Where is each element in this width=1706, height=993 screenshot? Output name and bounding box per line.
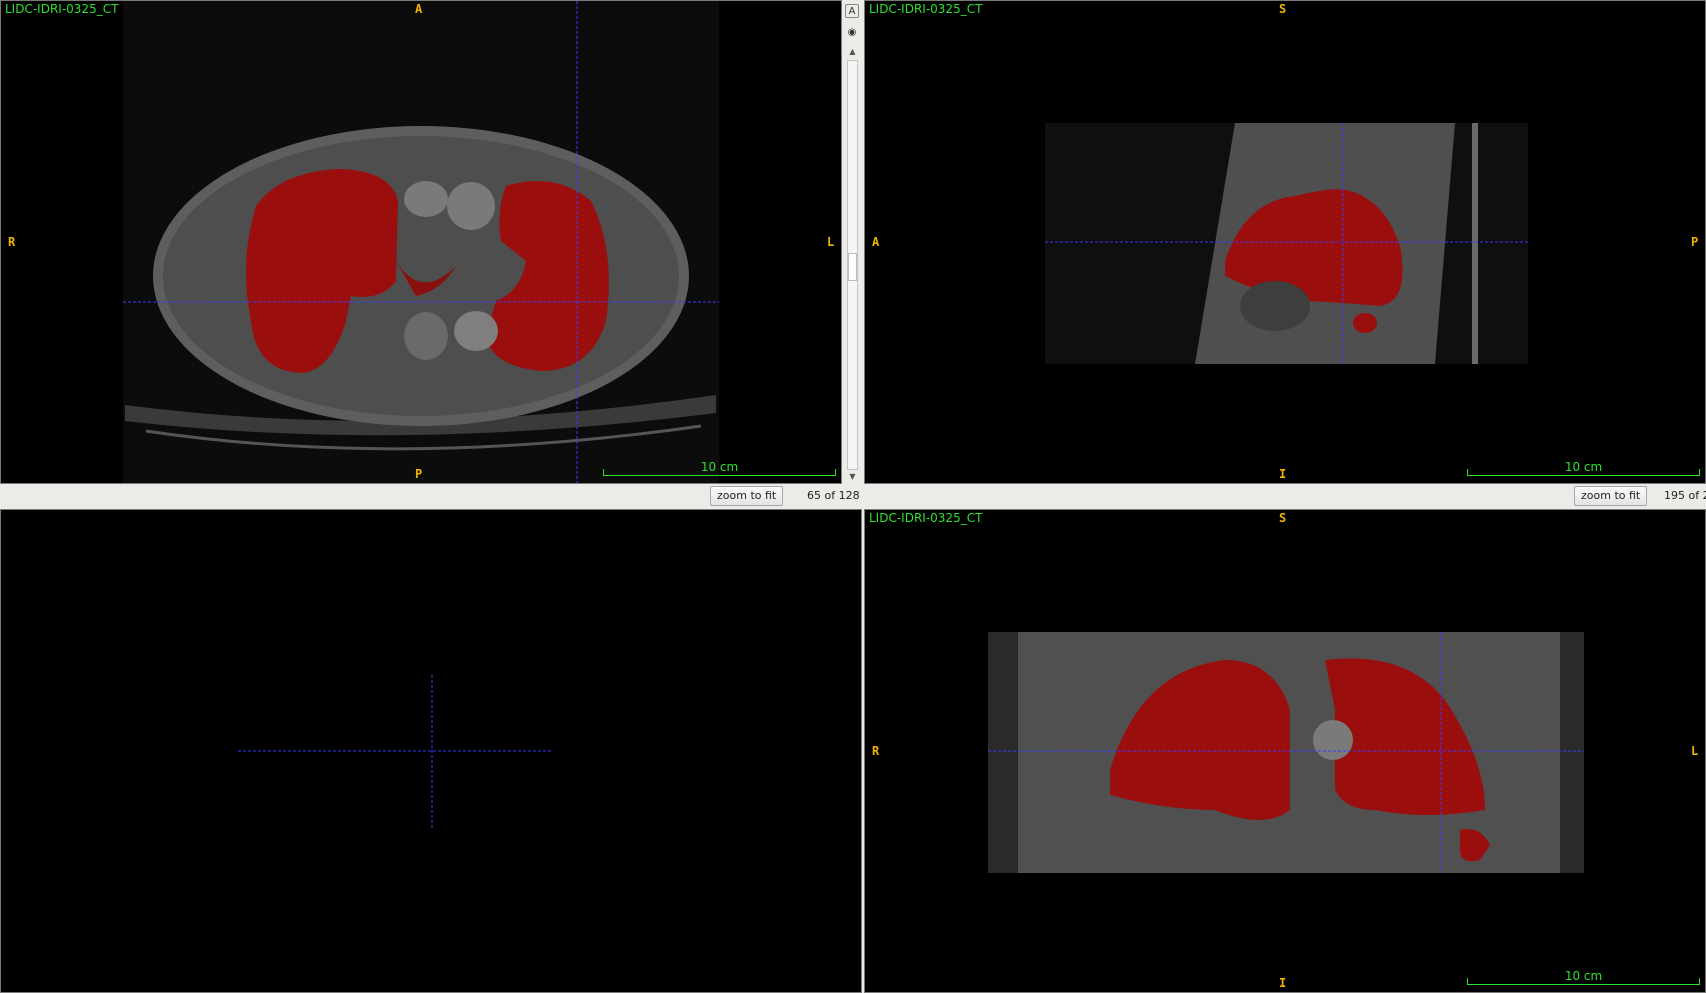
coronal-orient-right: L: [1691, 744, 1699, 758]
sagittal-view[interactable]: LIDC-IDRI-0325_CT S I A P 10 cm: [864, 0, 1706, 484]
three-d-crosshair: [238, 675, 551, 830]
sagittal-orient-left: A: [872, 235, 880, 249]
coronal-scale-bar: 10 cm: [1467, 969, 1700, 985]
axial-status-bar: zoom to fit 65 of 128: [0, 484, 862, 508]
axial-scale-label: 10 cm: [700, 460, 739, 474]
axial-orient-top: A: [415, 2, 423, 16]
sagittal-series-title: LIDC-IDRI-0325_CT: [869, 2, 983, 16]
camera-icon[interactable]: ◉: [845, 26, 859, 40]
sagittal-orient-top: S: [1279, 2, 1287, 16]
scroll-up-icon[interactable]: ▲: [847, 47, 858, 57]
axial-side-toolbar: A ◉ ▲ ▼: [843, 0, 861, 484]
text-annotation-icon[interactable]: A: [845, 4, 859, 18]
axial-ct-image: [123, 1, 719, 483]
sagittal-scale-bar: 10 cm: [1467, 460, 1700, 476]
axial-orient-bottom: P: [415, 467, 423, 481]
axial-view[interactable]: LIDC-IDRI-0325_CT A P R L 10 cm: [0, 0, 842, 484]
axial-orient-left: R: [8, 235, 16, 249]
axial-zoom-to-fit-button[interactable]: zoom to fit: [710, 486, 784, 506]
coronal-orient-left: R: [872, 744, 880, 758]
scroll-down-icon[interactable]: ▼: [847, 472, 858, 482]
slice-scrollbar[interactable]: [847, 60, 858, 470]
sagittal-zoom-to-fit-button[interactable]: zoom to fit: [1574, 486, 1648, 506]
coronal-orient-top: S: [1279, 511, 1287, 525]
coronal-orient-bottom: I: [1279, 976, 1287, 990]
coronal-ct-image: [988, 632, 1584, 873]
axial-series-title: LIDC-IDRI-0325_CT: [5, 2, 119, 16]
sagittal-status-bar: zoom to fit 195 of 25: [864, 484, 1706, 508]
axial-orient-right: L: [827, 235, 835, 249]
three-d-view[interactable]: [0, 509, 862, 993]
sagittal-orient-bottom: I: [1279, 467, 1287, 481]
coronal-series-title: LIDC-IDRI-0325_CT: [869, 511, 983, 525]
sagittal-slice-counter: 195 of 25: [1664, 489, 1706, 502]
sagittal-scale-label: 10 cm: [1564, 460, 1603, 474]
coronal-view[interactable]: LIDC-IDRI-0325_CT S I R L 10 cm: [864, 509, 1706, 993]
coronal-scale-label: 10 cm: [1564, 969, 1603, 983]
slice-scrollbar-thumb[interactable]: [848, 253, 857, 281]
axial-slice-counter: 65 of 128: [807, 489, 860, 502]
axial-scale-bar: 10 cm: [603, 460, 836, 476]
sagittal-orient-right: P: [1691, 235, 1699, 249]
sagittal-ct-image: [1045, 123, 1528, 364]
